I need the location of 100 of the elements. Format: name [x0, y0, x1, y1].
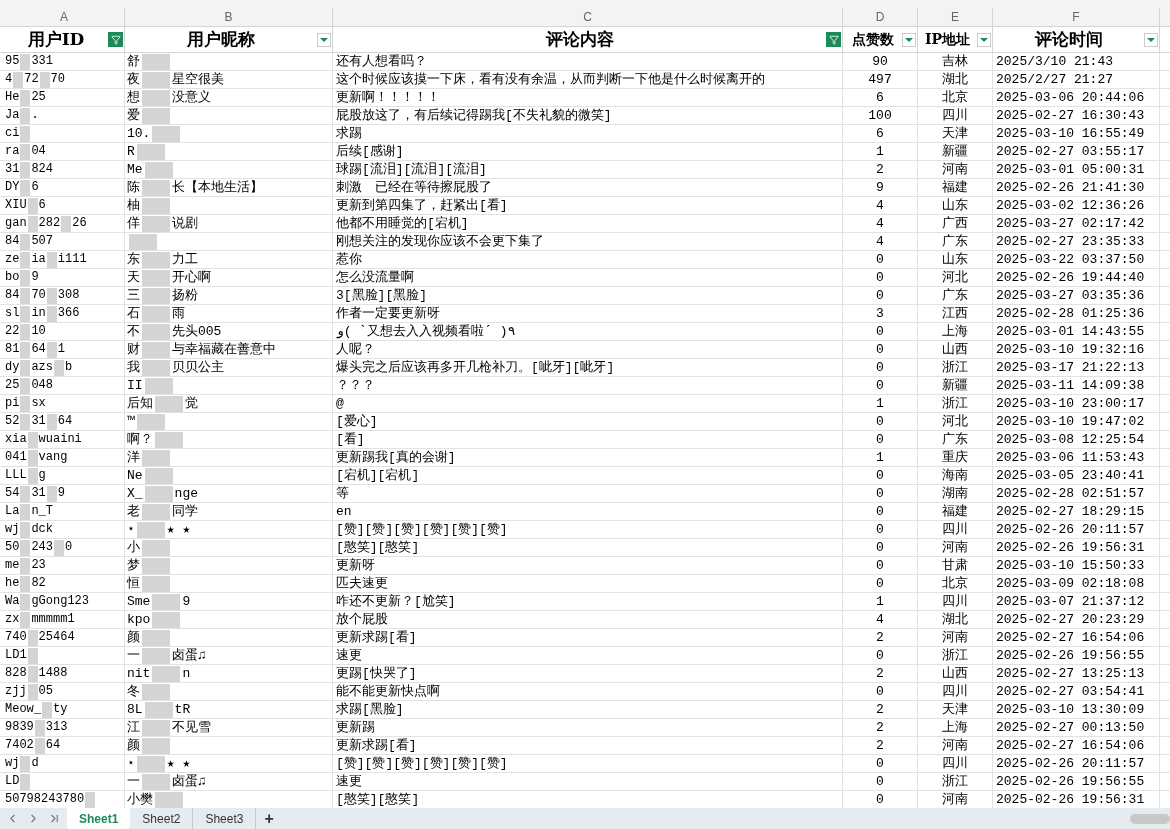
column-letter[interactable]: B — [125, 8, 333, 26]
table-cell: 更新啊！！！！！ — [336, 89, 440, 106]
dropdown-button[interactable] — [1144, 32, 1158, 47]
table-cell: 更新踢我[真的会谢] — [336, 449, 456, 466]
table-cell: 0 — [876, 647, 884, 664]
table-cell: 甘肃 — [942, 557, 968, 574]
redaction-blur — [142, 107, 170, 124]
table-cell: 河南 — [942, 161, 968, 178]
table-cell: 2 — [876, 629, 884, 646]
cell-text: Sme — [127, 593, 151, 610]
redaction-blur — [20, 89, 31, 106]
cell-text: XIU — [5, 197, 27, 214]
table-cell: 北京 — [942, 89, 968, 106]
cell-text: 一 — [127, 647, 140, 664]
add-sheet-button[interactable]: + — [256, 806, 282, 829]
cell-text: 313 — [45, 719, 68, 736]
table-cell: 2025-02-27 16:54:06 — [996, 737, 1145, 754]
table-cell: 河南 — [942, 629, 968, 646]
dropdown-button[interactable] — [977, 32, 991, 47]
redaction-blur — [142, 629, 170, 646]
cell-text: 0 — [65, 539, 73, 556]
column-letter[interactable]: C — [333, 8, 843, 26]
table-cell: 广东 — [942, 431, 968, 448]
redaction-blur — [152, 125, 181, 142]
redaction-blur — [20, 755, 31, 772]
cell-text: 卤蛋♫ — [172, 647, 206, 664]
redaction-blur — [136, 755, 165, 772]
redaction-blur — [136, 521, 165, 538]
table-cell: 2025-02-27 16:30:43 — [996, 107, 1145, 124]
cell-text: 25 — [5, 377, 20, 394]
table-cell: 海南 — [942, 467, 968, 484]
table-cell: 浙江 — [942, 359, 968, 376]
cell-text: 财 — [127, 341, 140, 358]
cell-text: ia — [31, 251, 46, 268]
table-cell: 2025-02-26 19:56:55 — [996, 773, 1145, 790]
table-cell: 福建 — [942, 179, 968, 196]
table-cell: 2025-02-27 18:29:15 — [996, 503, 1145, 520]
cell-text: 740 — [5, 629, 27, 646]
redaction-blur — [20, 575, 31, 592]
table-cell: 福建 — [942, 503, 968, 520]
cell-text: 我 — [127, 359, 140, 376]
table-cell: 0 — [876, 521, 884, 538]
table-cell: 2025-03-10 16:55:49 — [996, 125, 1145, 142]
table-cell: [赞][赞][赞][赞][赞][赞] — [336, 755, 508, 772]
redaction-blur — [46, 413, 57, 430]
column-letter[interactable]: E — [918, 8, 993, 26]
cell-text: azs — [31, 359, 53, 376]
table-cell: 2025-02-28 02:51:57 — [996, 485, 1145, 502]
redaction-blur — [20, 395, 31, 412]
table-cell: 速更 — [336, 647, 362, 664]
table-cell: 0 — [876, 575, 884, 592]
table-cell: 2025-02-27 13:25:13 — [996, 665, 1145, 682]
table-cell: 广东 — [942, 287, 968, 304]
table-cell: 2025-03-11 14:09:38 — [996, 377, 1145, 394]
filter-icon[interactable] — [826, 32, 841, 47]
column-letter[interactable]: F — [993, 8, 1160, 26]
cell-text: g — [38, 467, 46, 484]
table-cell: 更新呀 — [336, 557, 375, 574]
redaction-blur — [20, 161, 31, 178]
cell-text: 9839 — [5, 719, 34, 736]
table-cell: [憨笑][憨笑] — [336, 539, 420, 556]
redaction-blur — [54, 539, 64, 556]
cell-text: 恒 — [127, 575, 140, 592]
table-cell: 河南 — [942, 539, 968, 556]
redaction-blur — [27, 683, 38, 700]
cell-text: 颜 — [127, 629, 140, 646]
table-cell: 0 — [876, 755, 884, 772]
redaction-blur — [152, 593, 181, 610]
column-letter[interactable]: A — [4, 8, 125, 26]
table-cell: 后续[感谢] — [336, 143, 404, 160]
cell-text: xia — [5, 431, 27, 448]
dropdown-button[interactable] — [902, 32, 916, 47]
table-cell: 1 — [876, 143, 884, 160]
cell-text: dy — [5, 359, 20, 376]
cell-text: 石 — [127, 305, 140, 322]
cell-text: 25 — [31, 89, 46, 106]
last-sheet-icon[interactable] — [48, 812, 61, 825]
table-cell: 2025-03-06 11:53:43 — [996, 449, 1145, 466]
table-cell: 河南 — [942, 737, 968, 754]
table-cell: 速更 — [336, 773, 362, 790]
cell-text: 江 — [127, 719, 140, 736]
cell-text: 不见雪 — [172, 719, 211, 736]
redaction-blur — [20, 287, 31, 304]
redaction-blur — [142, 197, 170, 214]
cell-text: 70 — [31, 287, 46, 304]
scrollbar[interactable] — [1130, 813, 1170, 824]
dropdown-button[interactable] — [317, 32, 331, 47]
redaction-blur — [142, 683, 170, 700]
sheet-tab[interactable]: Sheet2 — [130, 808, 194, 829]
cell-text: 洋 — [127, 449, 140, 466]
table-cell: 北京 — [942, 575, 968, 592]
cell-text: 828 — [5, 665, 27, 682]
filter-icon[interactable] — [108, 32, 123, 47]
redaction-blur — [144, 467, 173, 484]
redaction-blur — [20, 521, 31, 538]
column-letter[interactable]: D — [843, 8, 918, 26]
sheet-tab[interactable]: Sheet3 — [193, 808, 257, 829]
cell-text: 星空很美 — [172, 71, 224, 88]
sheet-tab[interactable]: Sheet1 — [67, 808, 131, 829]
cell-text: n — [182, 665, 191, 682]
